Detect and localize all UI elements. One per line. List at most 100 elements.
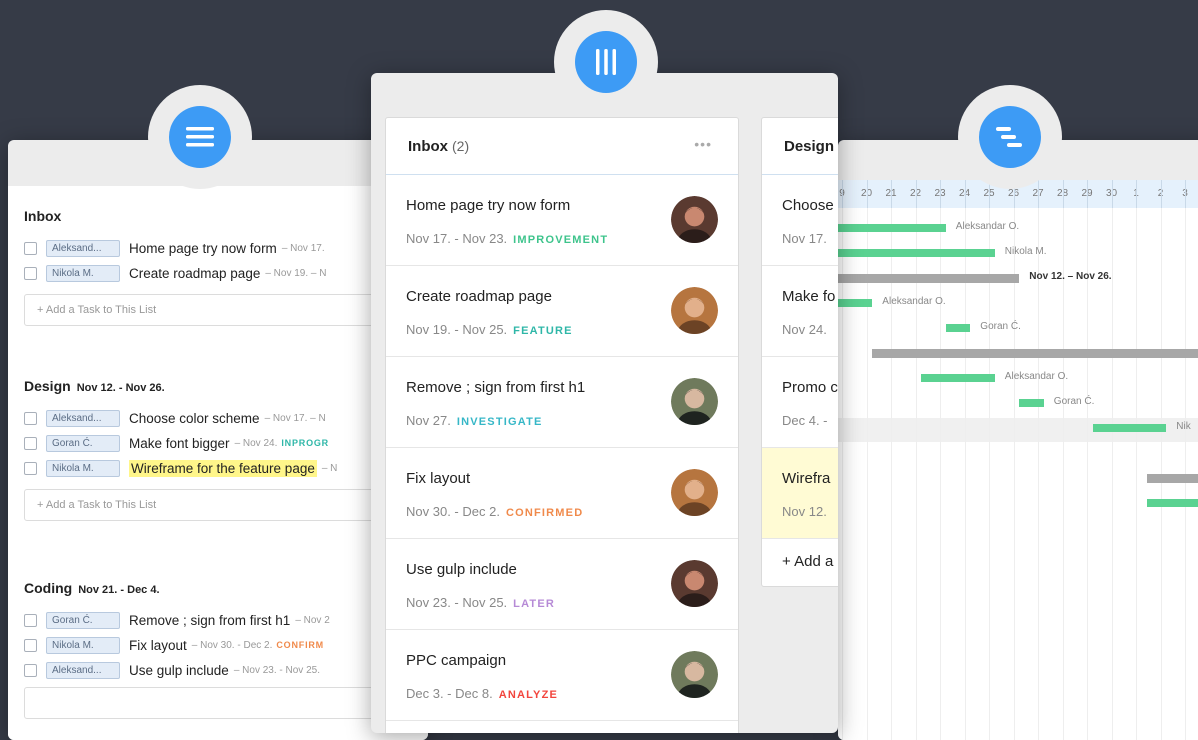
gantt-view-badge[interactable] xyxy=(958,85,1062,189)
add-card-button[interactable]: + Add a xyxy=(762,539,838,585)
task-card[interactable]: Make fo Nov 24. xyxy=(762,266,838,357)
assignee-chip[interactable]: Nikola M. xyxy=(46,460,120,477)
assignee-chip[interactable]: Goran Ć. xyxy=(46,612,120,629)
gantt-day-gridline xyxy=(915,208,917,740)
task-name[interactable]: Home page try now form xyxy=(129,241,277,256)
gantt-bars-icon xyxy=(996,127,1022,147)
card-title: Make fo xyxy=(782,288,836,305)
card-dates: Dec 3. - Dec 8. ANALYZE xyxy=(406,686,559,701)
assignee-chip[interactable]: Goran Ć. xyxy=(46,435,120,452)
assignee-chip[interactable]: Aleksand... xyxy=(46,240,120,257)
card-dates: Nov 30. - Dec 2. CONFIRMED xyxy=(406,504,584,519)
gantt-group-bar[interactable] xyxy=(1146,474,1198,483)
assignee-avatar[interactable] xyxy=(671,560,718,607)
gantt-group-bar[interactable] xyxy=(872,349,1198,358)
task-card[interactable]: PPC campaign Dec 3. - Dec 8. ANALYZE xyxy=(386,630,738,721)
card-title: Home page try now form xyxy=(406,197,571,214)
list-task-row[interactable]: Aleksand... Use gulp include – Nov 23. -… xyxy=(24,658,428,683)
card-status-tag: ANALYZE xyxy=(498,689,559,701)
task-checkbox[interactable] xyxy=(24,462,37,475)
task-card[interactable]: Fix layout Nov 30. - Dec 2. CONFIRMED xyxy=(386,448,738,539)
gantt-view-button[interactable] xyxy=(979,106,1041,168)
task-checkbox[interactable] xyxy=(24,664,37,677)
list-task-row[interactable]: Aleksand... Home page try now form – Nov… xyxy=(24,236,428,261)
gantt-task-bar[interactable] xyxy=(1146,499,1198,507)
gantt-assignee-label: Aleksandar O. xyxy=(882,296,946,307)
task-card[interactable]: Wirefra Nov 12. xyxy=(762,448,838,539)
assignee-chip[interactable]: Aleksand... xyxy=(46,662,120,679)
task-card[interactable]: Promo c Dec 4. - xyxy=(762,357,838,448)
add-task-input[interactable] xyxy=(24,687,428,719)
gantt-day-separator xyxy=(1185,180,1186,208)
list-task-row[interactable]: Nikola M. Create roadmap page – Nov 19. … xyxy=(24,261,428,286)
task-card[interactable]: Create roadmap page Nov 19. - Nov 25. FEAT… xyxy=(386,266,738,357)
task-checkbox[interactable] xyxy=(24,639,37,652)
add-task-input[interactable]: + Add a Task to This List xyxy=(24,294,428,326)
card-status-tag: INVESTIGATE xyxy=(456,416,543,428)
assignee-chip[interactable]: Nikola M. xyxy=(46,265,120,282)
task-checkbox[interactable] xyxy=(24,267,37,280)
list-task-row[interactable]: Aleksand... Choose color scheme – Nov 17… xyxy=(24,406,428,431)
task-name[interactable]: Make font bigger xyxy=(129,436,230,451)
task-name[interactable]: Create roadmap page xyxy=(129,266,260,281)
task-checkbox[interactable] xyxy=(24,437,37,450)
gantt-assignee-label: Goran Ć. xyxy=(980,321,1021,332)
gantt-task-bar[interactable] xyxy=(838,224,946,232)
assignee-avatar[interactable] xyxy=(671,378,718,425)
task-name[interactable]: Remove ; sign from first h1 xyxy=(129,613,290,628)
gantt-task-bar[interactable] xyxy=(945,324,971,332)
list-view-badge[interactable] xyxy=(148,85,252,189)
card-title: Remove ; sign from first h1 xyxy=(406,379,586,396)
gantt-day-separator xyxy=(866,180,868,208)
gantt-day-gridline xyxy=(1087,208,1088,740)
task-checkbox[interactable] xyxy=(24,242,37,255)
task-checkbox[interactable] xyxy=(24,412,37,425)
assignee-avatar[interactable] xyxy=(671,469,718,516)
list-section-inbox: Inbox Aleksand... Home page try now form… xyxy=(24,208,428,326)
assignee-chip[interactable]: Aleksand... xyxy=(46,410,120,427)
gantt-day-label: 9 xyxy=(838,180,854,208)
gantt-group-bar[interactable] xyxy=(838,274,1020,283)
list-view-button[interactable] xyxy=(169,106,231,168)
column-title: Design xyxy=(784,138,835,155)
column-menu-icon[interactable]: ••• xyxy=(694,136,712,152)
assignee-chip[interactable]: Nikola M. xyxy=(46,637,120,654)
gantt-assignee-label: Aleksandar O. xyxy=(1004,371,1069,382)
gantt-task-bar[interactable] xyxy=(1019,399,1044,407)
assignee-avatar[interactable] xyxy=(671,651,718,698)
list-task-row[interactable]: Nikola M. Wireframe for the feature page… xyxy=(24,456,428,481)
list-task-row[interactable]: Goran Ć. Make font bigger – Nov 24. INPRO… xyxy=(24,431,428,456)
list-task-row[interactable]: Goran Ć. Remove ; sign from first h1 – N… xyxy=(24,608,428,633)
gantt-task-bar[interactable] xyxy=(921,374,995,382)
gantt-task-bar[interactable] xyxy=(838,249,995,257)
task-name[interactable]: Use gulp include xyxy=(129,663,229,678)
board-view-panel: Inbox (2) ••• Home page try now form Nov 1… xyxy=(371,73,838,733)
gantt-day-gridline xyxy=(1111,208,1113,740)
list-task-row[interactable]: Nikola M. Fix layout – Nov 30. - Dec 2. C… xyxy=(24,633,428,658)
board-view-button[interactable] xyxy=(575,31,637,93)
task-card[interactable]: Home page try now form Nov 17. - Nov 23. I… xyxy=(386,175,738,266)
task-card[interactable]: Remove ; sign from first h1 Nov 27. INVEST… xyxy=(386,357,738,448)
gantt-day-separator xyxy=(1038,180,1039,208)
gantt-group-label: Nov 12. – Nov 26. xyxy=(1029,271,1112,282)
board-column-inbox: Inbox (2) ••• Home page try now form Nov 1… xyxy=(385,117,739,733)
task-name[interactable]: Fix layout xyxy=(129,638,187,653)
assignee-avatar[interactable] xyxy=(671,196,718,243)
section-title: Coding Nov 21. - Dec 4. xyxy=(24,580,160,596)
task-checkbox[interactable] xyxy=(24,614,37,627)
task-name[interactable]: Choose color scheme xyxy=(129,411,260,426)
gantt-day-separator xyxy=(1062,180,1064,208)
board-column-design: Design Choose Nov 17. Make fo Nov 24. Promo … xyxy=(761,117,838,587)
task-card[interactable]: Use gulp include Nov 23. - Nov 25. LATER xyxy=(386,539,738,630)
gantt-task-bar[interactable] xyxy=(838,299,873,307)
task-dates: – N xyxy=(321,463,338,474)
card-status-tag: FEATURE xyxy=(513,325,573,337)
gantt-day-separator xyxy=(915,180,917,208)
gantt-task-bar[interactable] xyxy=(1092,424,1167,432)
task-card[interactable]: Choose Nov 17. xyxy=(762,175,838,266)
add-task-input[interactable]: + Add a Task to This List xyxy=(24,489,428,521)
card-title: Use gulp include xyxy=(406,561,517,578)
task-name-highlighted[interactable]: Wireframe for the feature page xyxy=(129,460,317,477)
board-view-badge[interactable] xyxy=(554,10,658,114)
assignee-avatar[interactable] xyxy=(671,287,718,334)
